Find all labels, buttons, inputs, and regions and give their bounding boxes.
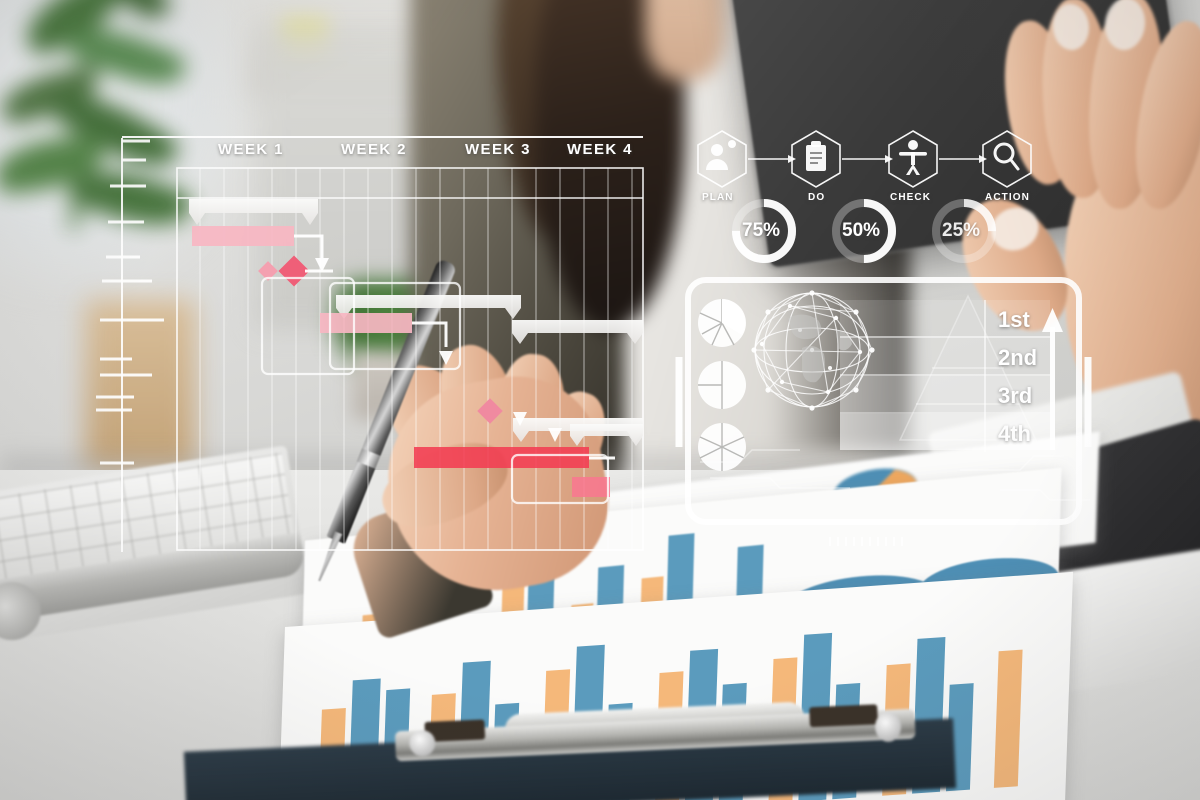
screenshot-stage: WEEK 1 WEEK 2 WEEK 3 WEEK 4 PLAN DO CHEC… xyxy=(0,0,1200,800)
vignette xyxy=(0,0,1200,800)
